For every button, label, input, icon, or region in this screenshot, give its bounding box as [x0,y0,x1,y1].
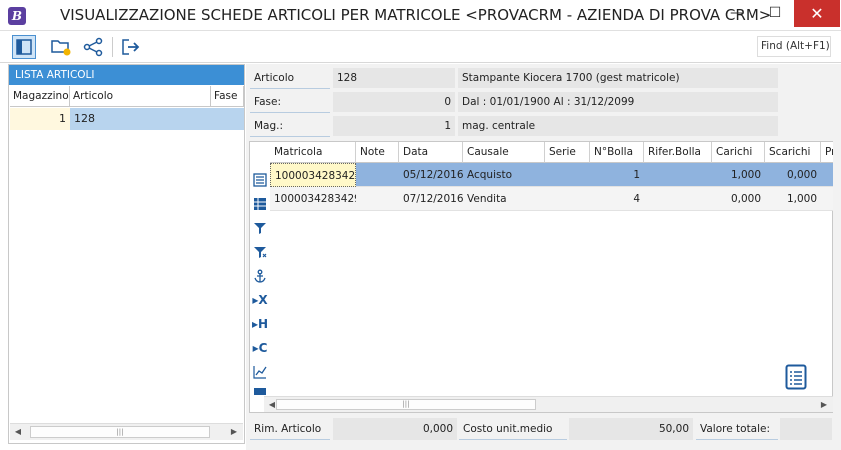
column-header-scarichi[interactable]: Scarichi [765,142,821,163]
movements-grid: Matricola Note Data Causale Serie N°Boll… [249,141,833,413]
window-title: VISUALIZZAZIONE SCHEDE ARTICOLI PER MATR… [60,6,772,24]
column-header-magazzino[interactable]: Magazzino [10,86,70,107]
find-button[interactable]: Find (Alt+F1) [757,36,831,57]
horizontal-scrollbar[interactable]: ◀ ||| ▶ [10,423,243,440]
table-cell-data[interactable]: 05/12/2016 [399,163,463,187]
table-cell-note[interactable] [356,187,399,211]
scroll-right-arrow-icon[interactable]: ▶ [226,424,242,440]
column-header-rifer-bolla[interactable]: Rifer.Bolla [644,142,712,163]
table-cell-rifer-bolla[interactable] [644,187,712,211]
table-cell-pr[interactable] [821,163,833,187]
title-bar: B VISUALIZZAZIONE SCHEDE ARTICOLI PER MA… [0,0,841,31]
scroll-left-arrow-icon[interactable]: ◀ [10,424,26,440]
column-header-data[interactable]: Data [399,142,463,163]
fase-value: 0 [333,92,455,112]
mag-value: 1 [333,116,455,136]
table-cell-data[interactable]: 07/12/2016 [399,187,463,211]
articolo-value: 128 [333,68,455,88]
articolo-label: Articolo [250,67,330,89]
column-header-pr[interactable]: Pr [821,142,833,163]
mag-label: Mag.: [250,115,330,137]
grid-tool-strip: ▸X ▸H ▸C [250,164,270,396]
table-cell-rifer-bolla[interactable] [644,163,712,187]
table-cell-carichi[interactable]: 0,000 [712,187,765,211]
grid-horizontal-scrollbar[interactable]: ◀ ||| ▶ [264,396,833,412]
table-cell-carichi[interactable]: 1,000 [712,163,765,187]
maximize-button[interactable]: ☐ [756,0,794,27]
valore-totale-value [780,418,832,440]
table-cell-nbolla[interactable]: 1 [590,163,644,187]
table-cell-pr[interactable] [821,187,833,211]
toolbar [0,31,841,63]
app-logo-icon: B [8,7,26,25]
table-cell-causale[interactable]: Acquisto [463,163,545,187]
fase-period: Dal : 01/01/1900 Al : 31/12/2099 [458,92,778,112]
table-cell-serie[interactable] [545,163,590,187]
export-csv-icon[interactable]: ▸C [252,340,268,356]
column-header-nbolla[interactable]: N°Bolla [590,142,644,163]
table-cell-causale[interactable]: Vendita [463,187,545,211]
column-header-fase[interactable]: Fase [211,86,244,107]
articolo-description: Stampante Kiocera 1700 (gest matricole) [458,68,778,88]
mag-description: mag. centrale [458,116,778,136]
report-icon[interactable] [785,364,807,390]
column-header-note[interactable]: Note [356,142,399,163]
table-cell-nbolla[interactable]: 4 [590,187,644,211]
valore-totale-label: Valore totale: [696,418,778,440]
export-excel-icon[interactable]: ▸X [252,292,268,308]
scroll-thumb[interactable]: ||| [30,426,210,438]
panel-toggle-icon[interactable] [12,35,36,59]
costo-unit-medio-value: 50,00 [569,418,693,440]
column-header-carichi[interactable]: Carichi [712,142,765,163]
open-folder-icon[interactable] [49,35,73,59]
toolbar-separator [112,37,113,57]
table-cell-matricola[interactable]: 1000034283429 [270,163,356,187]
column-header-articolo[interactable]: Articolo [70,86,211,107]
chart-icon[interactable] [252,364,268,380]
list-view-icon[interactable] [252,172,268,188]
close-button[interactable]: ✕ [794,0,840,27]
table-cell-matricola[interactable]: 1000034283429 [270,187,356,211]
share-icon[interactable] [81,35,105,59]
print-icon[interactable] [252,388,268,396]
column-header-serie[interactable]: Serie [545,142,590,163]
table-cell-scarichi[interactable]: 1,000 [765,187,821,211]
column-header-causale[interactable]: Causale [463,142,545,163]
grid-view-icon[interactable] [252,196,268,212]
articles-list-header: LISTA ARTICOLI [9,65,244,85]
minimize-button[interactable]: — [718,0,756,27]
fase-label: Fase: [250,91,330,113]
table-cell-serie[interactable] [545,187,590,211]
table-cell-scarichi[interactable]: 0,000 [765,163,821,187]
filter-icon[interactable] [252,220,268,236]
list-item-articolo[interactable]: 128 [70,108,244,130]
scroll-right-arrow-icon[interactable]: ▶ [816,397,832,413]
rim-articolo-value: 0,000 [333,418,457,440]
filter-clear-icon[interactable] [252,244,268,260]
articles-list-panel: LISTA ARTICOLI Magazzino Articolo Fase 1… [8,64,245,444]
exit-icon[interactable] [118,35,142,59]
scroll-thumb[interactable]: ||| [276,399,536,410]
table-cell-note[interactable] [356,163,399,187]
export-html-icon[interactable]: ▸H [252,316,268,332]
anchor-icon[interactable] [252,268,268,284]
rim-articolo-label: Rim. Articolo [250,418,330,440]
costo-unit-medio-label: Costo unit.medio [459,418,567,440]
list-item-magazzino[interactable]: 1 [10,108,70,130]
column-header-matricola[interactable]: Matricola [270,142,356,163]
